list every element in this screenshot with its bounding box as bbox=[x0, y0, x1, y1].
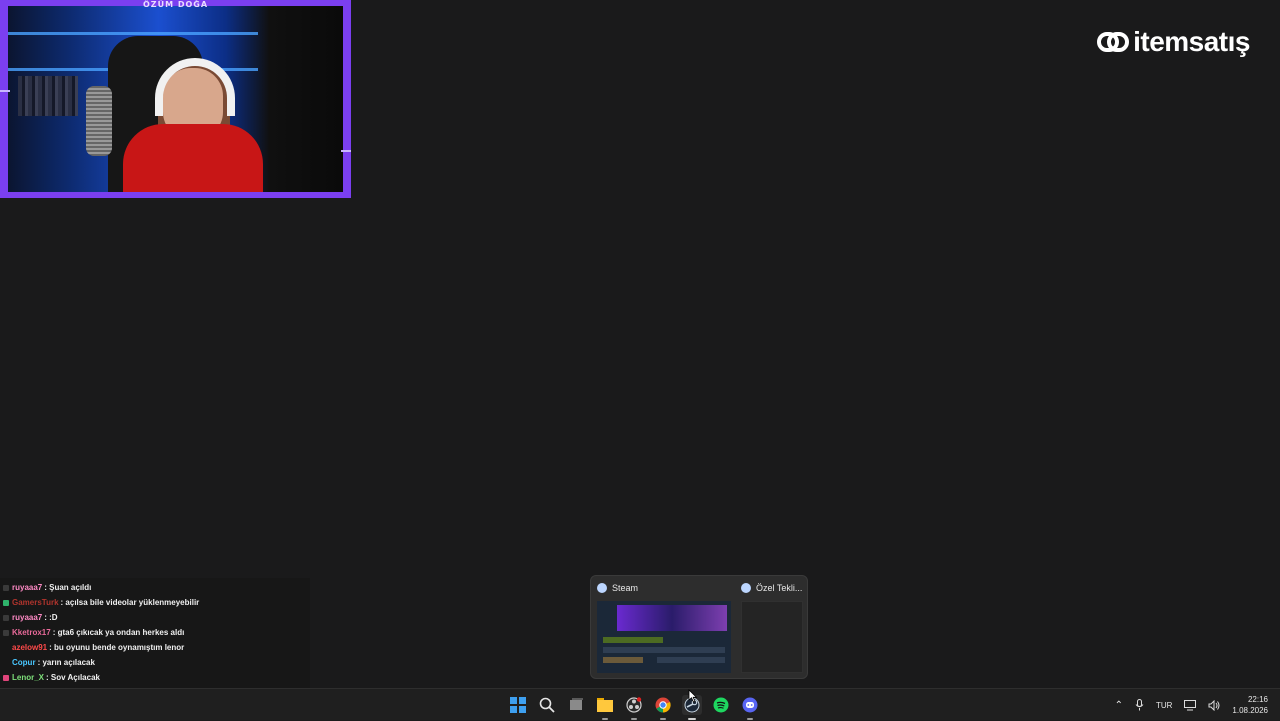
camera-title: ÖZÜM DOĞA bbox=[142, 0, 209, 9]
clock[interactable]: 22:16 1.08.2026 bbox=[1232, 694, 1268, 716]
start-button[interactable] bbox=[508, 695, 528, 715]
preview-title: Steam bbox=[612, 583, 639, 593]
search-icon bbox=[539, 697, 555, 713]
chat-message: ruyaaa7: :D bbox=[0, 610, 310, 625]
webcam-overlay: ÖZÜM DOĞA bbox=[0, 0, 351, 198]
preview-window-ozel[interactable]: Özel Tekli... bbox=[741, 583, 802, 593]
spotify-icon bbox=[713, 697, 729, 713]
chat-text: : yarın açılacak bbox=[37, 658, 95, 667]
link-icon bbox=[1097, 32, 1130, 52]
bookshelf bbox=[18, 76, 78, 116]
file-explorer-button[interactable] bbox=[595, 695, 615, 720]
preview-thumbnail-ozel[interactable] bbox=[741, 601, 803, 673]
clock-date: 1.08.2026 bbox=[1232, 706, 1268, 715]
chat-username: Copur bbox=[12, 658, 36, 667]
chat-message: GamersTurk: açılsa bile videolar yüklenm… bbox=[0, 595, 310, 610]
chat-username: ruyaaa7 bbox=[12, 583, 43, 592]
brand-logo: itemsatış bbox=[1097, 26, 1250, 58]
chat-username: Kketrox17 bbox=[12, 628, 51, 637]
chevron-up-icon[interactable]: ⌃ bbox=[1115, 700, 1123, 711]
preview-thumbnail-steam[interactable] bbox=[597, 601, 731, 673]
obs-button[interactable] bbox=[624, 695, 644, 720]
chrome-button[interactable] bbox=[653, 695, 673, 720]
chrome-icon bbox=[655, 697, 671, 713]
clock-time: 22:16 bbox=[1247, 695, 1268, 704]
chat-badge-icon bbox=[3, 614, 9, 621]
chat-username: ruyaaa7 bbox=[12, 613, 43, 622]
chat-badge-icon bbox=[3, 584, 9, 591]
spotify-button[interactable] bbox=[711, 695, 731, 715]
microphone bbox=[86, 86, 112, 156]
chat-badge-icon bbox=[3, 674, 9, 681]
chat-text: : bu oyunu bende oynamıştım lenor bbox=[49, 643, 185, 652]
steam-icon bbox=[741, 583, 751, 593]
chat-message: azelow91: bu oyunu bende oynamıştım leno… bbox=[0, 640, 310, 655]
discord-button[interactable] bbox=[740, 695, 760, 720]
chat-message: Kketrox17: gta6 çıkıcak ya ondan herkes … bbox=[0, 625, 310, 640]
webcam-video bbox=[8, 6, 343, 192]
language-indicator[interactable]: TUR bbox=[1156, 701, 1172, 710]
start-icon bbox=[510, 697, 526, 713]
steam-icon bbox=[597, 583, 607, 593]
search-button[interactable] bbox=[537, 695, 557, 715]
mouse-cursor-icon bbox=[688, 689, 698, 703]
file-explorer-icon bbox=[597, 698, 613, 712]
chat-text: : gta6 çıkıcak ya ondan herkes aldı bbox=[52, 628, 185, 637]
chat-badge-icon bbox=[3, 660, 9, 666]
chat-text: : açılsa bile videolar yüklenmeyebilir bbox=[60, 598, 200, 607]
taskbar-preview: Steam Özel Tekli... bbox=[590, 575, 808, 679]
chat-message: Copur: yarın açılacak bbox=[0, 655, 310, 670]
volume-icon[interactable] bbox=[1208, 699, 1220, 711]
chat-overlay: ruyaaa7: Şuan açıldı GamersTurk: açılsa b… bbox=[0, 578, 310, 712]
chat-badge-icon bbox=[3, 599, 9, 606]
discord-icon bbox=[742, 697, 758, 713]
network-icon[interactable] bbox=[1184, 699, 1197, 711]
chat-username: GamersTurk bbox=[12, 598, 59, 607]
preview-title: Özel Tekli... bbox=[756, 583, 803, 593]
chat-message: Lenor_X: Sov Açılacak bbox=[0, 670, 310, 685]
task-view-button[interactable] bbox=[566, 695, 586, 715]
desktop: ÖZÜM DOĞA itemsatış ruyaaa7: Şuan açıldı… bbox=[0, 0, 1280, 712]
chat-badge-icon bbox=[3, 645, 9, 651]
brand-name: itemsatış bbox=[1133, 26, 1250, 57]
taskbar: ⌃ TUR 22:16 1.08.2026 bbox=[0, 688, 1280, 720]
obs-icon bbox=[626, 697, 642, 713]
chat-text: : Sov Açılacak bbox=[46, 673, 100, 682]
chat-message: ruyaaa7: Şuan açıldı bbox=[0, 580, 310, 595]
chat-username: azelow91 bbox=[12, 643, 48, 652]
system-tray: ⌃ TUR 22:16 1.08.2026 bbox=[1115, 689, 1268, 721]
chat-badge-icon bbox=[3, 629, 9, 636]
chat-text: : :D bbox=[44, 613, 58, 622]
preview-window-steam[interactable]: Steam bbox=[597, 583, 638, 593]
microphone-icon[interactable] bbox=[1135, 699, 1144, 711]
chat-username: Lenor_X bbox=[12, 673, 45, 682]
chat-text: : Şuan açıldı bbox=[44, 583, 92, 592]
task-view-icon bbox=[570, 698, 583, 710]
